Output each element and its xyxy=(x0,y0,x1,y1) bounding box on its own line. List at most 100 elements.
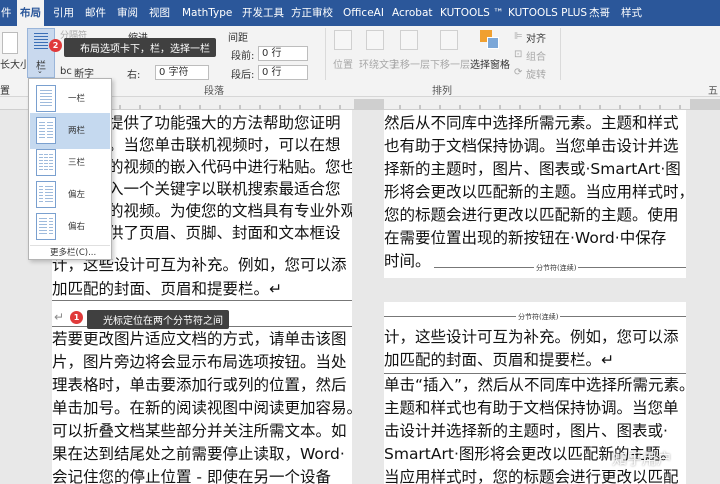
right-column-icon xyxy=(36,213,56,240)
section-break-label: 分节符(连续) xyxy=(534,263,579,273)
doc-line: 然后从不同库中选择所需元素。主题和样式 xyxy=(384,114,679,132)
columns-option-one[interactable]: 一栏 xyxy=(30,81,110,117)
doc-line: 的视频。为使您的文档具有专业外观， xyxy=(108,202,352,220)
columns-option-three[interactable]: 三栏 xyxy=(30,145,110,181)
tab-jiege[interactable]: 杰哥 xyxy=(589,0,610,26)
columns-option-label: 三栏 xyxy=(68,158,86,168)
selection-pane-label[interactable]: 选择窗格 xyxy=(470,56,510,71)
spacing-after-input[interactable]: 0 行 xyxy=(258,65,308,80)
size-icon[interactable] xyxy=(2,32,18,54)
tab-mathtype[interactable]: MathType xyxy=(182,0,232,26)
doc-line: 的视频的嵌入代码中进行粘贴。您也 xyxy=(108,158,352,176)
tab-styles[interactable]: 样式 xyxy=(621,0,642,26)
doc-line: 在需要位置出现的新按钮在·Word·中保存 xyxy=(384,229,667,247)
left-column-icon xyxy=(36,181,56,208)
doc-line: 加匹配的封面、页眉和提要栏。↵ xyxy=(52,280,282,298)
spacing-before-label: 段前: xyxy=(231,51,255,62)
indent-right-label: 右: xyxy=(127,70,141,81)
tab-kutools-plus[interactable]: KUTOOLS PLUS xyxy=(508,0,587,26)
spacing-before-input[interactable]: 0 行 xyxy=(258,46,308,61)
doc-line: 加匹配的封面、页眉和提要栏。↵ xyxy=(384,351,614,369)
doc-line: 也有助于文档保持协调。当您单击设计并选 xyxy=(384,137,679,155)
paragraph-group-label: 段落 xyxy=(204,86,224,97)
columns-dropdown: 一栏 两栏 三栏 偏左 偏右 更多栏(C)... xyxy=(28,78,112,260)
bring-forward-label[interactable]: 上移一层 xyxy=(390,56,430,71)
tab-review[interactable]: 审阅 xyxy=(117,0,138,26)
columns-option-two[interactable]: 两栏 xyxy=(30,113,110,149)
watermark: 知乎用户 xyxy=(612,450,673,468)
rotate-icon[interactable]: ⟳ xyxy=(514,67,522,78)
next-group-cut-label: 五 xyxy=(708,86,718,97)
doc-line: 入一个关键字以联机搜索最适合您 xyxy=(108,180,341,198)
doc-line: 择新的主题时，图片、图表或·SmartArt·图 xyxy=(384,160,681,178)
doc-line: 可以折叠文档某些部分并关注所需文本。如 xyxy=(52,422,347,440)
columns-button[interactable]: 栏 ⌄ xyxy=(27,28,55,78)
doc-line: 。当您单击联机视频时，可以在想 xyxy=(108,136,341,154)
group-divider xyxy=(325,28,326,80)
ribbon-tab-bar: 件 布局 引用 邮件 审阅 视图 MathType 开发工具 方正审校 Offi… xyxy=(0,0,720,26)
arrange-group-label: 排列 xyxy=(432,86,452,97)
doc-line: 计，这些设计可互为补充。例如，您可以添 xyxy=(384,328,679,346)
send-backward-icon[interactable] xyxy=(440,30,458,50)
columns-icon xyxy=(34,33,48,51)
section-break-label: 分节符(连续) xyxy=(516,312,561,322)
tab-view[interactable]: 视图 xyxy=(149,0,170,26)
one-column-icon xyxy=(36,85,56,112)
tab-acrobat[interactable]: Acrobat xyxy=(392,0,433,26)
tab-file[interactable]: 件 xyxy=(1,0,12,26)
doc-line: 单击加号。在新的阅读视图中阅读更加容易。 xyxy=(52,399,352,417)
three-columns-icon xyxy=(36,149,56,176)
doc-line: 会记住您的停止位置 - 即使在另一个设备 xyxy=(52,468,331,484)
doc-line: 击设计并选择新的主题时，图片、图表或· xyxy=(384,422,668,440)
tab-references[interactable]: 引用 xyxy=(53,0,74,26)
doc-line: 供了页眉、页脚、封面和文本框设 xyxy=(108,224,341,242)
tab-founder-proofing[interactable]: 方正审校 xyxy=(291,0,333,26)
position-icon[interactable] xyxy=(334,30,352,50)
tab-kutools[interactable]: KUTOOLS ™ xyxy=(440,0,504,26)
columns-option-label: 两栏 xyxy=(68,126,86,136)
doc-line: 若要更改图片适应文档的方式，请单击该图 xyxy=(52,330,347,348)
group-divider xyxy=(560,28,561,80)
position-label[interactable]: 位置 xyxy=(333,56,353,71)
indent-right-input[interactable]: 0 字符 xyxy=(155,65,209,80)
spacing-heading: 间距 xyxy=(228,33,248,44)
columns-option-label: 偏左 xyxy=(68,190,86,200)
doc-line: 片，图片旁边将会显示布局选项按钮。当处 xyxy=(52,353,347,371)
columns-option-right[interactable]: 偏右 xyxy=(30,209,110,245)
hyphenation-icon[interactable]: bc xyxy=(60,66,72,77)
columns-option-label: 一栏 xyxy=(68,94,86,104)
chevron-down-icon: ⌄ xyxy=(37,67,43,75)
selection-pane-icon[interactable] xyxy=(480,30,500,50)
doc-line: 时间。 xyxy=(384,252,431,270)
paragraph-mark[interactable]: ↵ xyxy=(54,306,64,328)
group-icon[interactable]: ⊡ xyxy=(514,49,522,60)
step2-callout: 布局选项卡下，栏，选择一栏 xyxy=(64,38,216,57)
wrap-text-icon[interactable] xyxy=(366,30,384,50)
more-columns-link[interactable]: 更多栏(C)... xyxy=(30,245,110,259)
two-columns-icon xyxy=(36,117,56,144)
doc-line: 形将会更改以匹配新的主题。当应用样式时， xyxy=(384,183,686,201)
step2-badge: 2 xyxy=(49,39,62,52)
spacing-after-label: 段后: xyxy=(231,70,255,81)
tab-officeai[interactable]: OfficeAI xyxy=(343,0,384,26)
step1-callout: 光标定位在两个分节符之间 xyxy=(87,310,229,329)
tab-layout[interactable]: 布局 xyxy=(17,0,44,26)
doc-line: 您的标题会进行更改以匹配新的主题。使用 xyxy=(384,206,679,224)
doc-line: 提供了功能强大的方法帮助您证明 xyxy=(108,114,341,132)
align-icon[interactable]: ⊫ xyxy=(514,31,523,42)
tab-developer[interactable]: 开发工具 xyxy=(242,0,284,26)
step1-badge: 1 xyxy=(70,311,83,324)
tab-mailings[interactable]: 邮件 xyxy=(85,0,106,26)
doc-line: 果在达到结尾处之前需要停止读取，Word· xyxy=(52,445,345,463)
columns-option-label: 偏右 xyxy=(68,222,86,232)
group-label[interactable]: 组合 xyxy=(526,48,546,63)
send-backward-label[interactable]: 下移一层 xyxy=(430,56,470,71)
page-right-top[interactable]: 然后从不同库中选择所需元素。主题和样式 也有助于文档保持协调。当您单击设计并选 … xyxy=(384,110,686,278)
align-label[interactable]: 对齐 xyxy=(526,30,546,45)
columns-option-left[interactable]: 偏左 xyxy=(30,177,110,213)
page-setup-group-label: 置 xyxy=(0,86,10,97)
doc-line: 单击“插入”，然后从不同库中选择所需元素。 xyxy=(384,376,686,394)
rotate-label[interactable]: 旋转 xyxy=(526,66,546,81)
bring-forward-icon[interactable] xyxy=(400,30,418,50)
size-button-label[interactable]: 长大小 xyxy=(0,56,30,71)
